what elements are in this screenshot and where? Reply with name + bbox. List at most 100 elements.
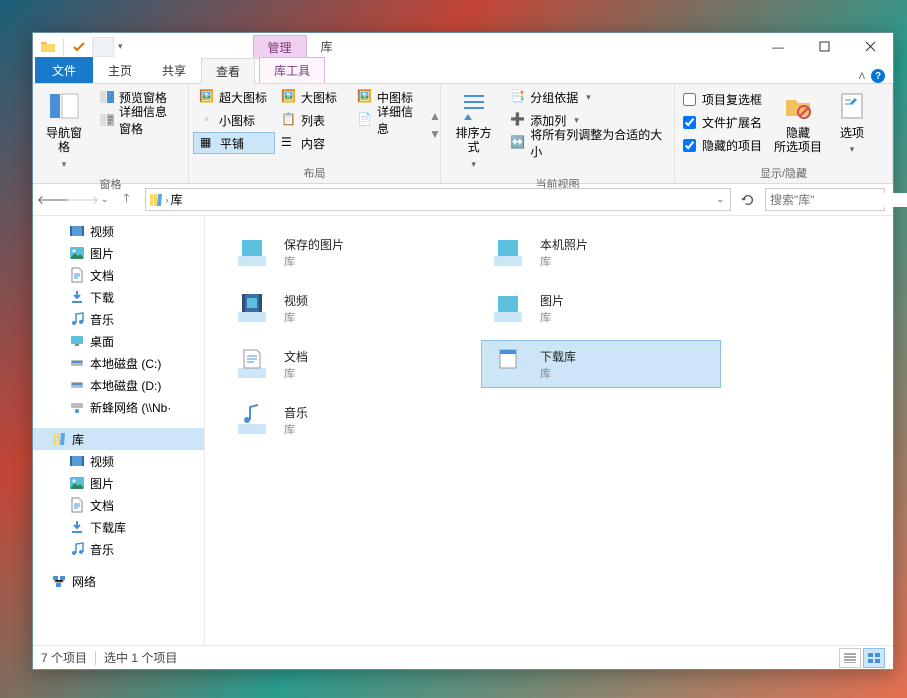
item-type: 库 xyxy=(540,253,588,269)
address-field[interactable]: › 库 ⌄ xyxy=(145,188,731,211)
qat-dropdown[interactable]: ▾ xyxy=(116,41,125,52)
library-icon xyxy=(490,346,526,382)
details-pane-button[interactable]: 详细信息窗格 xyxy=(93,109,184,131)
library-item[interactable]: 下载库库 xyxy=(481,340,721,388)
layout-xlarge[interactable]: 🖼️超大图标 xyxy=(193,86,275,108)
contextual-tab-label: 管理 xyxy=(253,35,307,59)
library-icon xyxy=(490,234,526,270)
checkbox-item-checkboxes[interactable]: 项目复选框 xyxy=(679,88,766,110)
qat-newfolder-button[interactable] xyxy=(92,37,114,57)
tab-file[interactable]: 文件 xyxy=(35,57,93,83)
tree-music[interactable]: 音乐 xyxy=(33,308,204,330)
tree-lib-music[interactable]: 音乐 xyxy=(33,538,204,560)
item-name: 保存的图片 xyxy=(284,236,344,253)
explorer-window: ▾ 管理 库 ― 文件 主页 共享 查看 库工具 ᐱ ? 导航窗格 xyxy=(32,32,894,670)
layout-list[interactable]: 📋列表 xyxy=(275,109,351,131)
navigation-tree: 视频 图片 文档 下载 音乐 桌面 本地磁盘 (C:) 本地磁盘 (D:) 新蜂… xyxy=(33,216,205,645)
ribbon: 导航窗格 ▾ 预览窗格 详细信息窗格 窗格 🖼️超大图标 🖼️大图标 🖼️中图标 xyxy=(33,84,893,184)
item-name: 图片 xyxy=(540,292,564,309)
search-box[interactable] xyxy=(765,188,885,211)
tree-network-share[interactable]: 新蜂网络 (\\Nb· xyxy=(33,396,204,418)
options-button[interactable]: 选项 ▾ xyxy=(830,86,874,163)
tree-lib-documents[interactable]: 文档 xyxy=(33,494,204,516)
layout-small[interactable]: ▫️小图标 xyxy=(193,109,275,131)
item-type: 库 xyxy=(284,253,344,269)
tree-lib-pictures[interactable]: 图片 xyxy=(33,472,204,494)
help-button[interactable]: ? xyxy=(871,69,885,83)
autosize-button[interactable]: ↔️将所有列调整为合适的大小 xyxy=(504,132,670,154)
search-input[interactable] xyxy=(770,193,907,207)
items-view[interactable]: 保存的图片库本机照片库视频库图片库文档库下载库库音乐库 xyxy=(205,216,893,645)
item-name: 文档 xyxy=(284,348,308,365)
up-button[interactable]: 🡑 xyxy=(115,188,139,212)
item-type: 库 xyxy=(284,309,308,325)
item-type: 库 xyxy=(284,365,308,381)
item-type: 库 xyxy=(540,309,564,325)
status-selection: 选中 1 个项目 xyxy=(104,649,177,666)
tree-libraries[interactable]: 库 xyxy=(33,428,204,450)
tree-desktop[interactable]: 桌面 xyxy=(33,330,204,352)
item-name: 视频 xyxy=(284,292,308,309)
checkbox-file-extensions[interactable]: 文件扩展名 xyxy=(679,111,766,133)
tab-home[interactable]: 主页 xyxy=(93,57,147,83)
explorer-icon xyxy=(37,37,59,57)
tree-lib-videos[interactable]: 视频 xyxy=(33,450,204,472)
library-item[interactable]: 音乐库 xyxy=(225,396,465,444)
view-details-button[interactable] xyxy=(839,648,861,668)
library-icon xyxy=(234,346,270,382)
forward-button[interactable]: 🡒 xyxy=(71,188,95,212)
item-name: 音乐 xyxy=(284,404,308,421)
address-bar: 🡐 🡒 ⌄ 🡑 › 库 ⌄ xyxy=(33,184,893,216)
library-icon xyxy=(490,290,526,326)
group-layout-label: 布局 xyxy=(193,163,436,183)
layout-content[interactable]: ☰内容 xyxy=(275,132,351,154)
tab-view[interactable]: 查看 xyxy=(201,58,255,84)
library-icon xyxy=(234,290,270,326)
library-item[interactable]: 文档库 xyxy=(225,340,465,388)
library-item[interactable]: 图片库 xyxy=(481,284,721,332)
tree-documents[interactable]: 文档 xyxy=(33,264,204,286)
item-name: 下载库 xyxy=(540,348,576,365)
layout-tiles[interactable]: ▦平铺 xyxy=(193,132,275,154)
tree-videos[interactable]: 视频 xyxy=(33,220,204,242)
library-icon xyxy=(234,402,270,438)
ribbon-collapse-button[interactable]: ᐱ xyxy=(859,71,865,82)
tree-disk-d[interactable]: 本地磁盘 (D:) xyxy=(33,374,204,396)
library-item[interactable]: 本机照片库 xyxy=(481,228,721,276)
layout-details[interactable]: 📄详细信息 xyxy=(351,109,427,131)
item-type: 库 xyxy=(540,365,576,381)
close-button[interactable] xyxy=(847,33,893,60)
layout-large[interactable]: 🖼️大图标 xyxy=(275,86,351,108)
tree-downloads[interactable]: 下载 xyxy=(33,286,204,308)
window-title: 库 xyxy=(321,38,333,55)
qat-properties-button[interactable] xyxy=(68,37,90,57)
titlebar: ▾ 管理 库 ― xyxy=(33,33,893,60)
item-type: 库 xyxy=(284,421,308,437)
tree-disk-c[interactable]: 本地磁盘 (C:) xyxy=(33,352,204,374)
ribbon-tabs: 文件 主页 共享 查看 库工具 ᐱ ? xyxy=(33,60,893,84)
tab-library-tools[interactable]: 库工具 xyxy=(259,57,325,83)
refresh-button[interactable] xyxy=(737,189,759,211)
sort-button[interactable]: 排序方式 ▾ xyxy=(445,86,502,174)
tree-lib-downloads[interactable]: 下载库 xyxy=(33,516,204,538)
library-item[interactable]: 视频库 xyxy=(225,284,465,332)
tree-network[interactable]: 网络 xyxy=(33,570,204,592)
view-tiles-button[interactable] xyxy=(863,648,885,668)
hide-selected-button[interactable]: 隐藏 所选项目 xyxy=(768,86,828,163)
library-item[interactable]: 保存的图片库 xyxy=(225,228,465,276)
history-dropdown[interactable]: ⌄ xyxy=(101,194,109,205)
library-icon xyxy=(234,234,270,270)
group-showhide-label: 显示/隐藏 xyxy=(679,163,888,183)
groupby-button[interactable]: 📑分组依据▾ xyxy=(504,86,670,108)
minimize-button[interactable]: ― xyxy=(755,33,801,60)
quick-access-toolbar: ▾ xyxy=(33,37,125,57)
checkbox-hidden-items[interactable]: 隐藏的项目 xyxy=(679,134,766,156)
back-button[interactable]: 🡐 xyxy=(41,188,65,212)
tab-share[interactable]: 共享 xyxy=(147,57,201,83)
item-name: 本机照片 xyxy=(540,236,588,253)
status-count: 7 个项目 xyxy=(41,649,87,666)
maximize-button[interactable] xyxy=(801,33,847,60)
nav-pane-button[interactable]: 导航窗格 ▾ xyxy=(37,86,91,174)
tree-pictures[interactable]: 图片 xyxy=(33,242,204,264)
status-bar: 7 个项目 选中 1 个项目 xyxy=(33,645,893,669)
